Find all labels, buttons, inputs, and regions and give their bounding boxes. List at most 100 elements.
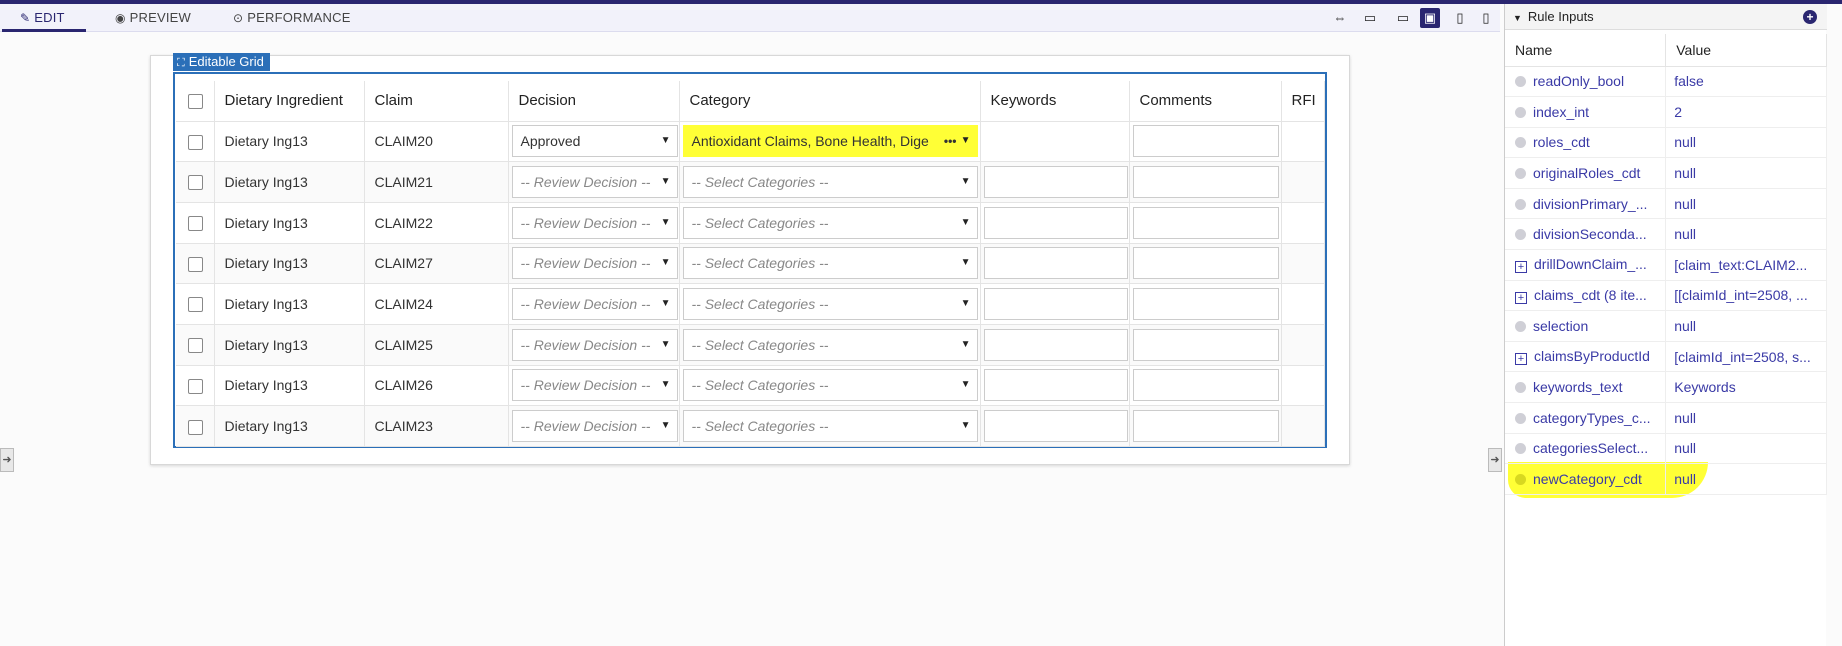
dot-icon <box>1515 198 1526 210</box>
rule-input-value[interactable]: null <box>1665 433 1827 465</box>
category-value: -- Select Categories -- <box>691 418 829 435</box>
phone-icon[interactable]: ▯ <box>1476 8 1496 28</box>
keywords-input[interactable] <box>983 247 1128 280</box>
claim-cell: CLAIM23 <box>364 405 509 447</box>
rule-input-name: selection <box>1505 310 1667 342</box>
rule-input-row[interactable]: categoriesSelect... null <box>1505 433 1827 465</box>
category-multiselect[interactable]: -- Select Categories -- ▼ <box>682 328 978 361</box>
rule-input-row[interactable]: + claims_cdt (8 ite... [[claimId_int=2508,… <box>1505 280 1827 312</box>
row-checkbox[interactable] <box>188 256 203 272</box>
rule-input-value[interactable]: null <box>1665 157 1827 189</box>
rule-input-value[interactable]: null <box>1665 188 1827 220</box>
rule-input-row[interactable]: divisionPrimary_... null <box>1505 188 1827 220</box>
decision-dropdown[interactable]: Approved ▼ <box>511 125 678 158</box>
row-checkbox[interactable] <box>188 175 203 191</box>
rule-input-row[interactable]: + claimsByProductId [claimId_int=2508, s..… <box>1505 341 1827 373</box>
category-value: Antioxidant Claims, Bone Health, Dige <box>691 133 929 150</box>
column-header-claim[interactable]: Claim <box>364 81 509 122</box>
comments-input[interactable] <box>1132 288 1279 321</box>
editable-grid-label[interactable]: ⛶ Editable Grid <box>173 53 270 71</box>
category-multiselect[interactable]: -- Select Categories -- ▼ <box>682 206 978 239</box>
collapse-right-panel-button[interactable]: ➜ <box>1488 448 1502 472</box>
decision-dropdown[interactable]: -- Review Decision -- ▼ <box>511 369 678 402</box>
keywords-input[interactable] <box>983 369 1128 402</box>
rule-input-value[interactable]: null <box>1665 402 1827 434</box>
rule-input-value[interactable]: false <box>1665 66 1827 98</box>
keywords-input[interactable] <box>983 206 1128 239</box>
row-checkbox[interactable] <box>188 419 203 435</box>
rule-input-row[interactable]: readOnly_bool false <box>1505 66 1827 98</box>
rule-input-value[interactable]: 2 <box>1665 96 1827 128</box>
rule-input-value[interactable]: null <box>1665 463 1827 495</box>
rule-input-row[interactable]: index_int 2 <box>1505 96 1827 128</box>
rule-input-row[interactable]: roles_cdt null <box>1505 127 1827 159</box>
row-checkbox[interactable] <box>188 216 203 232</box>
column-header-comments[interactable]: Comments <box>1129 81 1282 122</box>
category-multiselect[interactable]: -- Select Categories -- ▼ <box>682 247 978 280</box>
decision-dropdown[interactable]: -- Review Decision -- ▼ <box>511 328 678 361</box>
category-multiselect[interactable]: -- Select Categories -- ▼ <box>682 288 978 321</box>
rule-inputs-header[interactable]: ▼ Rule Inputs + <box>1505 4 1827 30</box>
keywords-input[interactable] <box>983 328 1128 361</box>
rule-input-row[interactable]: categoryTypes_c... null <box>1505 402 1827 434</box>
comments-input[interactable] <box>1132 166 1279 199</box>
comments-input[interactable] <box>1132 125 1279 158</box>
decision-dropdown[interactable]: -- Review Decision -- ▼ <box>511 288 678 321</box>
caret-down-icon: ▼ <box>660 420 671 432</box>
rule-input-value[interactable]: null <box>1665 310 1827 342</box>
expand-icon[interactable]: + <box>1515 261 1527 274</box>
comments-input[interactable] <box>1132 206 1279 239</box>
column-header-decision[interactable]: Decision <box>508 81 680 122</box>
rule-input-row[interactable]: keywords_text Keywords <box>1505 371 1827 404</box>
keywords-input[interactable] <box>983 288 1128 321</box>
category-multiselect[interactable]: -- Select Categories -- ▼ <box>682 166 978 199</box>
rule-input-row[interactable]: selection null <box>1505 310 1827 342</box>
fit-width-icon[interactable]: ⇔ <box>1330 8 1350 28</box>
column-header-category[interactable]: Category <box>679 81 981 122</box>
comments-input[interactable] <box>1132 247 1279 280</box>
category-multiselect[interactable]: Antioxidant Claims, Bone Health, Dige •••… <box>682 125 978 158</box>
comments-input[interactable] <box>1132 410 1279 443</box>
decision-dropdown[interactable]: -- Review Decision -- ▼ <box>511 247 678 280</box>
row-checkbox[interactable] <box>188 378 203 394</box>
category-multiselect[interactable]: -- Select Categories -- ▼ <box>682 369 978 402</box>
rule-input-row[interactable]: originalRoles_cdt null <box>1505 157 1827 189</box>
column-header-ingredient[interactable]: Dietary Ingredient <box>214 81 365 122</box>
desktop-large-icon[interactable]: ▭ <box>1360 8 1380 28</box>
decision-dropdown[interactable]: -- Review Decision -- ▼ <box>511 206 678 239</box>
monitor-icon[interactable]: ▣ <box>1420 8 1440 28</box>
add-rule-input-icon[interactable]: + <box>1803 10 1817 24</box>
rule-input-value[interactable]: [[claimId_int=2508, ... <box>1665 280 1827 312</box>
rule-input-name: + claims_cdt (8 ite... <box>1505 280 1667 312</box>
row-checkbox[interactable] <box>188 338 203 354</box>
expand-left-panel-button[interactable]: ➜ <box>0 448 14 472</box>
expand-icon[interactable]: + <box>1515 291 1527 304</box>
row-checkbox[interactable] <box>188 134 203 150</box>
decision-dropdown[interactable]: -- Review Decision -- ▼ <box>511 410 678 443</box>
rule-input-value[interactable]: [claim_text:CLAIM2... <box>1665 249 1827 281</box>
rule-input-row[interactable]: + drillDownClaim_... [claim_text:CLAIM2... <box>1505 249 1827 281</box>
keywords-input[interactable] <box>983 410 1128 443</box>
rule-input-row[interactable]: divisionSeconda... null <box>1505 218 1827 251</box>
more-icon[interactable]: ••• <box>944 126 957 156</box>
rule-input-name: newCategory_cdt <box>1505 463 1667 495</box>
decision-dropdown[interactable]: -- Review Decision -- ▼ <box>511 166 678 199</box>
rule-input-value[interactable]: null <box>1665 127 1827 159</box>
comments-input[interactable] <box>1132 328 1279 361</box>
tablet-icon[interactable]: ▯ <box>1450 8 1470 28</box>
rule-input-value[interactable]: Keywords <box>1665 371 1827 404</box>
dot-icon <box>1515 412 1526 424</box>
caret-down-icon: ▼ <box>960 176 971 188</box>
rule-input-row-highlighted[interactable]: newCategory_cdt null <box>1505 463 1827 495</box>
desktop-icon[interactable]: ▭ <box>1393 8 1413 28</box>
comments-input[interactable] <box>1132 369 1279 402</box>
expand-icon[interactable]: + <box>1515 353 1527 366</box>
rule-input-value[interactable]: [claimId_int=2508, s... <box>1665 341 1827 373</box>
row-checkbox[interactable] <box>188 297 203 313</box>
column-header-rfi[interactable]: RFI <box>1281 81 1325 122</box>
rule-input-value[interactable]: null <box>1665 218 1827 251</box>
column-header-keywords[interactable]: Keywords <box>980 81 1130 122</box>
category-multiselect[interactable]: -- Select Categories -- ▼ <box>682 410 978 443</box>
select-all-checkbox[interactable] <box>188 93 203 109</box>
keywords-input[interactable] <box>983 166 1128 199</box>
